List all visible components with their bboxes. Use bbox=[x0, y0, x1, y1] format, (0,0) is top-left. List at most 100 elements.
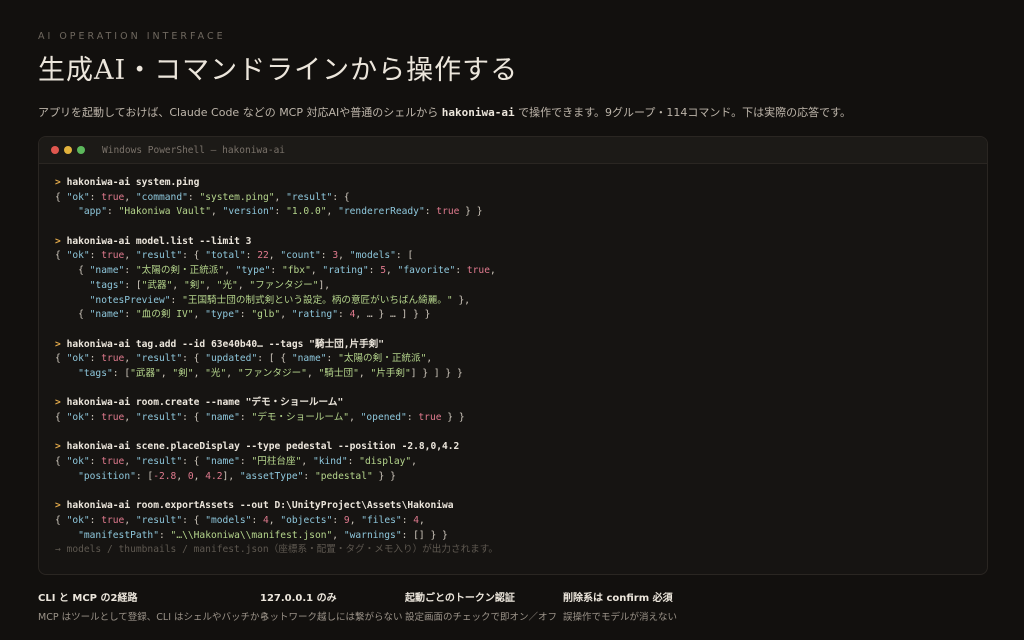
json-token: : bbox=[89, 250, 102, 262]
json-token: ] } ] } } bbox=[410, 367, 463, 379]
json-token: "fbx" bbox=[281, 265, 311, 277]
response-line: "position": [-2.8, 0, 4.2], "assetType":… bbox=[55, 470, 987, 485]
json-token: , … } … ] } } bbox=[355, 309, 431, 321]
json-token: : bbox=[89, 412, 102, 423]
json-token: , bbox=[124, 456, 136, 468]
json-token: "武器" bbox=[130, 367, 161, 379]
prompt-symbol: > bbox=[55, 177, 67, 188]
json-token: 4.2 bbox=[205, 470, 223, 482]
json-token: , bbox=[489, 265, 496, 277]
json-token: { bbox=[55, 265, 90, 277]
json-token: : bbox=[107, 206, 119, 218]
json-token: , bbox=[193, 309, 206, 321]
json-token: : bbox=[338, 309, 350, 321]
json-token: , bbox=[349, 412, 361, 423]
json-token: "name" bbox=[89, 265, 125, 277]
json-token: , bbox=[205, 279, 217, 291]
json-token: "name" bbox=[89, 309, 125, 321]
json-token: "ファンタジー" bbox=[237, 367, 307, 379]
response-line: "app": "Hakoniwa Vault", "version": "1.0… bbox=[55, 205, 987, 220]
json-token: "円柱台座" bbox=[251, 456, 302, 468]
json-token: : { bbox=[182, 412, 206, 423]
json-token: "name" bbox=[205, 456, 240, 468]
json-token: true bbox=[101, 412, 125, 423]
json-token: "…\\Hakoniwa\\manifest.json" bbox=[170, 529, 333, 541]
close-dot-icon[interactable] bbox=[51, 146, 59, 154]
json-token: "total" bbox=[205, 250, 246, 262]
minimize-dot-icon[interactable] bbox=[64, 146, 72, 154]
json-token: , bbox=[411, 456, 417, 468]
json-token: , bbox=[226, 367, 238, 379]
feature-item: 削除系は confirm 必須 誤操作でモデルが消えない bbox=[563, 589, 707, 623]
json-token: "tags" bbox=[78, 367, 113, 379]
lead-text: アプリを起動しておけば、Claude Code などの MCP 対応AIや普通の… bbox=[38, 104, 988, 120]
json-token: "1.0.0" bbox=[286, 206, 327, 218]
command-line: > hakoniwa-ai system.ping bbox=[55, 176, 987, 191]
json-token: { bbox=[55, 514, 67, 526]
json-token: , bbox=[310, 265, 323, 277]
json-token: "result" bbox=[135, 514, 183, 526]
json-token: "warnings" bbox=[343, 529, 402, 541]
json-token: : bbox=[124, 309, 136, 321]
json-token: , bbox=[268, 514, 281, 526]
json-token: "manifestPath" bbox=[78, 529, 159, 541]
json-token: "favorite" bbox=[397, 265, 456, 277]
json-token: : [ bbox=[395, 250, 414, 262]
json-token: : bbox=[89, 353, 102, 365]
json-token: , bbox=[419, 514, 425, 526]
json-token: } } bbox=[459, 206, 483, 218]
feature-item: 127.0.0.1 のみ ネットワーク越しには繋がらない bbox=[260, 589, 405, 623]
json-token: , bbox=[268, 250, 281, 262]
json-token: "models" bbox=[349, 250, 396, 262]
maximize-dot-icon[interactable] bbox=[77, 146, 85, 154]
json-token: : bbox=[270, 265, 282, 277]
json-token: : bbox=[239, 412, 252, 423]
json-token: "光" bbox=[205, 367, 227, 379]
json-token: → models / thumbnails / manifest.json（座標… bbox=[55, 544, 498, 556]
json-token: , bbox=[193, 470, 206, 482]
json-token: } } bbox=[441, 412, 465, 423]
json-token: "count" bbox=[280, 250, 321, 262]
response-line: "manifestPath": "…\\Hakoniwa\\manifest.j… bbox=[55, 529, 987, 544]
json-token: true bbox=[101, 353, 125, 365]
json-token: : bbox=[424, 206, 437, 218]
json-token: "武器" bbox=[141, 279, 173, 291]
json-token: { bbox=[55, 456, 67, 468]
json-token: "太陽の剣・正統派" bbox=[135, 265, 225, 277]
response-line: { "ok": true, "result": { "updated": [ {… bbox=[55, 352, 987, 367]
json-token: , bbox=[332, 529, 344, 541]
page-title: 生成AI・コマンドラインから操作する bbox=[38, 55, 519, 86]
json-token: "result" bbox=[286, 191, 333, 203]
json-token: "objects" bbox=[280, 514, 333, 526]
json-token: "剣" bbox=[172, 367, 194, 379]
prompt-symbol: > bbox=[55, 441, 67, 453]
response-line: { "name": "太陽の剣・正統派", "type": "fbx", "ra… bbox=[55, 264, 987, 279]
json-token: "type" bbox=[205, 309, 240, 321]
json-token: , bbox=[349, 514, 362, 526]
json-token: "display" bbox=[359, 456, 412, 468]
feature-list: CLI と MCP の2経路 MCP はツールとして登録、CLI はシェルやバッ… bbox=[38, 589, 986, 623]
response-line: "notesPreview": "王国騎士団の制式剣という設定。柄の意匠がいちば… bbox=[55, 294, 987, 309]
json-token: , bbox=[274, 191, 287, 203]
command-text: hakoniwa-ai tag.add --id 63e40b40… --tag… bbox=[66, 338, 385, 350]
json-token: "position" bbox=[78, 470, 136, 482]
json-token: : [ bbox=[135, 470, 154, 482]
feature-description: 設定画面のチェックで即オン／オフ bbox=[405, 612, 558, 623]
terminal-output[interactable]: > hakoniwa-ai system.ping { "ok": true, "… bbox=[39, 164, 987, 558]
feature-title: 削除系は confirm 必須 bbox=[563, 593, 673, 604]
json-token: "血の剣 IV" bbox=[135, 309, 194, 321]
json-token: , bbox=[176, 470, 188, 482]
feature-description: ネットワーク越しには繋がらない bbox=[260, 612, 403, 623]
json-token: "notesPreview" bbox=[89, 294, 171, 306]
terminal-titlebar: Windows PowerShell — hakoniwa-ai bbox=[39, 137, 987, 164]
json-token: "app" bbox=[78, 206, 107, 218]
json-token: "models" bbox=[205, 514, 252, 526]
prompt-symbol: > bbox=[55, 397, 67, 409]
json-token: , bbox=[124, 191, 136, 203]
json-token: , bbox=[224, 265, 236, 277]
json-token: : bbox=[89, 191, 102, 203]
json-token: "デモ・ショールーム" bbox=[251, 412, 350, 423]
json-token: "rating" bbox=[291, 309, 338, 321]
